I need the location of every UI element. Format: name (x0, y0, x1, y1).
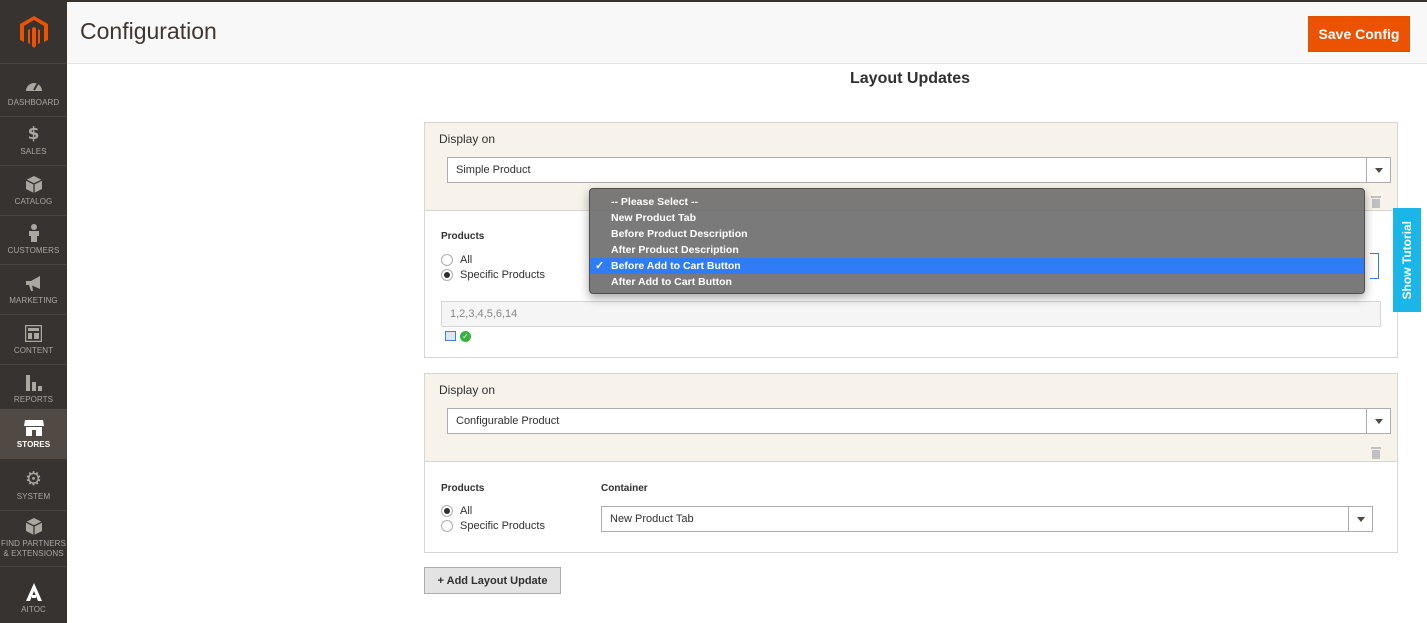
page-title: Configuration (80, 18, 217, 44)
option-label: After Product Description (611, 244, 739, 256)
display-on-label: Display on (439, 132, 496, 146)
option-label: New Product Tab (611, 212, 696, 224)
partners-box-icon (25, 517, 42, 536)
divider (0, 510, 67, 511)
section-title: Layout Updates (850, 70, 971, 87)
option-label: -- Please Select -- (611, 196, 698, 208)
sidebar-item-label: DASHBOARD (7, 97, 60, 107)
sidebar-item-label: CONTENT (13, 345, 54, 355)
display-on-value: Configurable Product (456, 415, 560, 427)
sidebar-item-find-partners[interactable]: FIND PARTNERS & EXTENSIONS (0, 512, 67, 564)
container-label: Container (601, 483, 648, 494)
dashboard-icon (25, 76, 43, 95)
dropdown-option[interactable]: New Product Tab (590, 210, 1364, 226)
sidebar-item-dashboard[interactable]: DASHBOARD (0, 67, 67, 116)
option-label: Before Product Description (611, 228, 748, 240)
chevron-down-icon (1348, 507, 1372, 531)
sidebar-item-marketing[interactable]: MARKETING (0, 265, 67, 314)
save-config-button[interactable]: Save Config (1308, 16, 1410, 52)
megaphone-icon (25, 274, 43, 293)
radio-button[interactable] (441, 505, 453, 517)
apply-check-icon[interactable]: ✓ (460, 331, 471, 342)
display-on-select[interactable]: Configurable Product (447, 408, 1391, 434)
radio-label: Specific Products (460, 520, 545, 532)
magento-logo[interactable] (0, 0, 67, 64)
layout-update-panel: Display on Configurable Product Products… (424, 373, 1398, 553)
page-header: Configuration Save Config (67, 0, 1427, 64)
radio-specific-products[interactable]: Specific Products (441, 520, 545, 532)
sidebar-item-customers[interactable]: CUSTOMERS (0, 215, 67, 264)
product-ids-input[interactable]: 1,2,3,4,5,6,14 (441, 301, 1381, 327)
dollar-icon: $ (27, 124, 40, 144)
option-label: After Add to Cart Button (611, 276, 732, 288)
radio-label: All (460, 505, 473, 517)
sidebar-item-label: AITOC (21, 604, 46, 614)
person-icon (28, 224, 40, 243)
display-on-select[interactable]: Simple Product (447, 157, 1391, 183)
checkmark-icon: ✓ (595, 260, 605, 272)
magento-logo-icon (19, 15, 48, 48)
display-on-value: Simple Product (456, 164, 531, 176)
sidebar-item-catalog[interactable]: CATALOG (0, 166, 67, 215)
sidebar-item-label: SYSTEM (16, 491, 51, 501)
sidebar-item-aitoc[interactable]: AITOC (0, 574, 67, 623)
chevron-down-icon (1366, 409, 1390, 433)
sidebar-item-sales[interactable]: $ SALES (0, 116, 67, 165)
store-icon (23, 418, 44, 437)
radio-button[interactable] (441, 520, 453, 532)
dropdown-option[interactable]: -- Please Select -- (590, 194, 1364, 210)
box-icon (25, 175, 42, 194)
sidebar-item-label: REPORTS (13, 394, 54, 404)
chevron-down-icon (1366, 158, 1390, 182)
radio-button[interactable] (441, 269, 453, 281)
radio-label: All (460, 254, 473, 266)
container-select-edge[interactable] (1370, 253, 1379, 279)
gear-icon: ⚙ (24, 468, 43, 490)
bar-chart-icon (25, 373, 42, 392)
add-layout-update-button[interactable]: + Add Layout Update (424, 567, 561, 594)
sidebar-item-label: MARKETING (9, 295, 58, 305)
sidebar-item-label: CUSTOMERS (7, 245, 60, 255)
sidebar-item-label: FIND PARTNERS & EXTENSIONS (0, 539, 66, 558)
trash-icon[interactable] (1371, 447, 1381, 459)
sidebar-item-stores[interactable]: STORES (0, 409, 67, 459)
display-on-label: Display on (439, 383, 496, 397)
divider (0, 566, 67, 567)
sidebar-item-label: SALES (20, 146, 47, 156)
option-label: Before Add to Cart Button (611, 260, 741, 272)
sidebar-item-system[interactable]: ⚙ SYSTEM (0, 461, 67, 510)
panel-header: Display on Configurable Product (425, 374, 1397, 462)
radio-button[interactable] (441, 254, 453, 266)
trash-icon[interactable] (1371, 196, 1381, 208)
products-label: Products (441, 231, 485, 242)
container-select[interactable]: New Product Tab (601, 506, 1373, 532)
dropdown-option-selected[interactable]: ✓ Before Add to Cart Button (590, 258, 1364, 274)
tutorial-label: Show Tutorial (1400, 220, 1414, 300)
dropdown-option[interactable]: Before Product Description (590, 226, 1364, 242)
dropdown-option[interactable]: After Product Description (590, 242, 1364, 258)
sidebar-item-reports[interactable]: REPORTS (0, 364, 67, 413)
container-value: New Product Tab (610, 513, 694, 525)
dropdown-option[interactable]: After Add to Cart Button (590, 274, 1364, 290)
aitoc-icon (25, 583, 42, 602)
container-dropdown-list: -- Please Select -- New Product Tab Befo… (589, 188, 1365, 294)
radio-label: Specific Products (460, 269, 545, 281)
radio-all[interactable]: All (441, 254, 472, 266)
sidebar-item-content[interactable]: CONTENT (0, 315, 67, 364)
product-grid-icon[interactable] (445, 331, 456, 341)
products-label: Products (441, 483, 485, 494)
radio-all[interactable]: All (441, 505, 472, 517)
sidebar-item-label: CATALOG (14, 196, 53, 206)
sidebar-item-label: STORES (16, 440, 51, 449)
layout-icon (25, 324, 42, 343)
radio-specific-products[interactable]: Specific Products (441, 269, 545, 281)
show-tutorial-tab[interactable]: Show Tutorial (1393, 208, 1421, 312)
admin-sidebar: DASHBOARD $ SALES CATALOG CUSTOMERS MARK… (0, 0, 67, 623)
